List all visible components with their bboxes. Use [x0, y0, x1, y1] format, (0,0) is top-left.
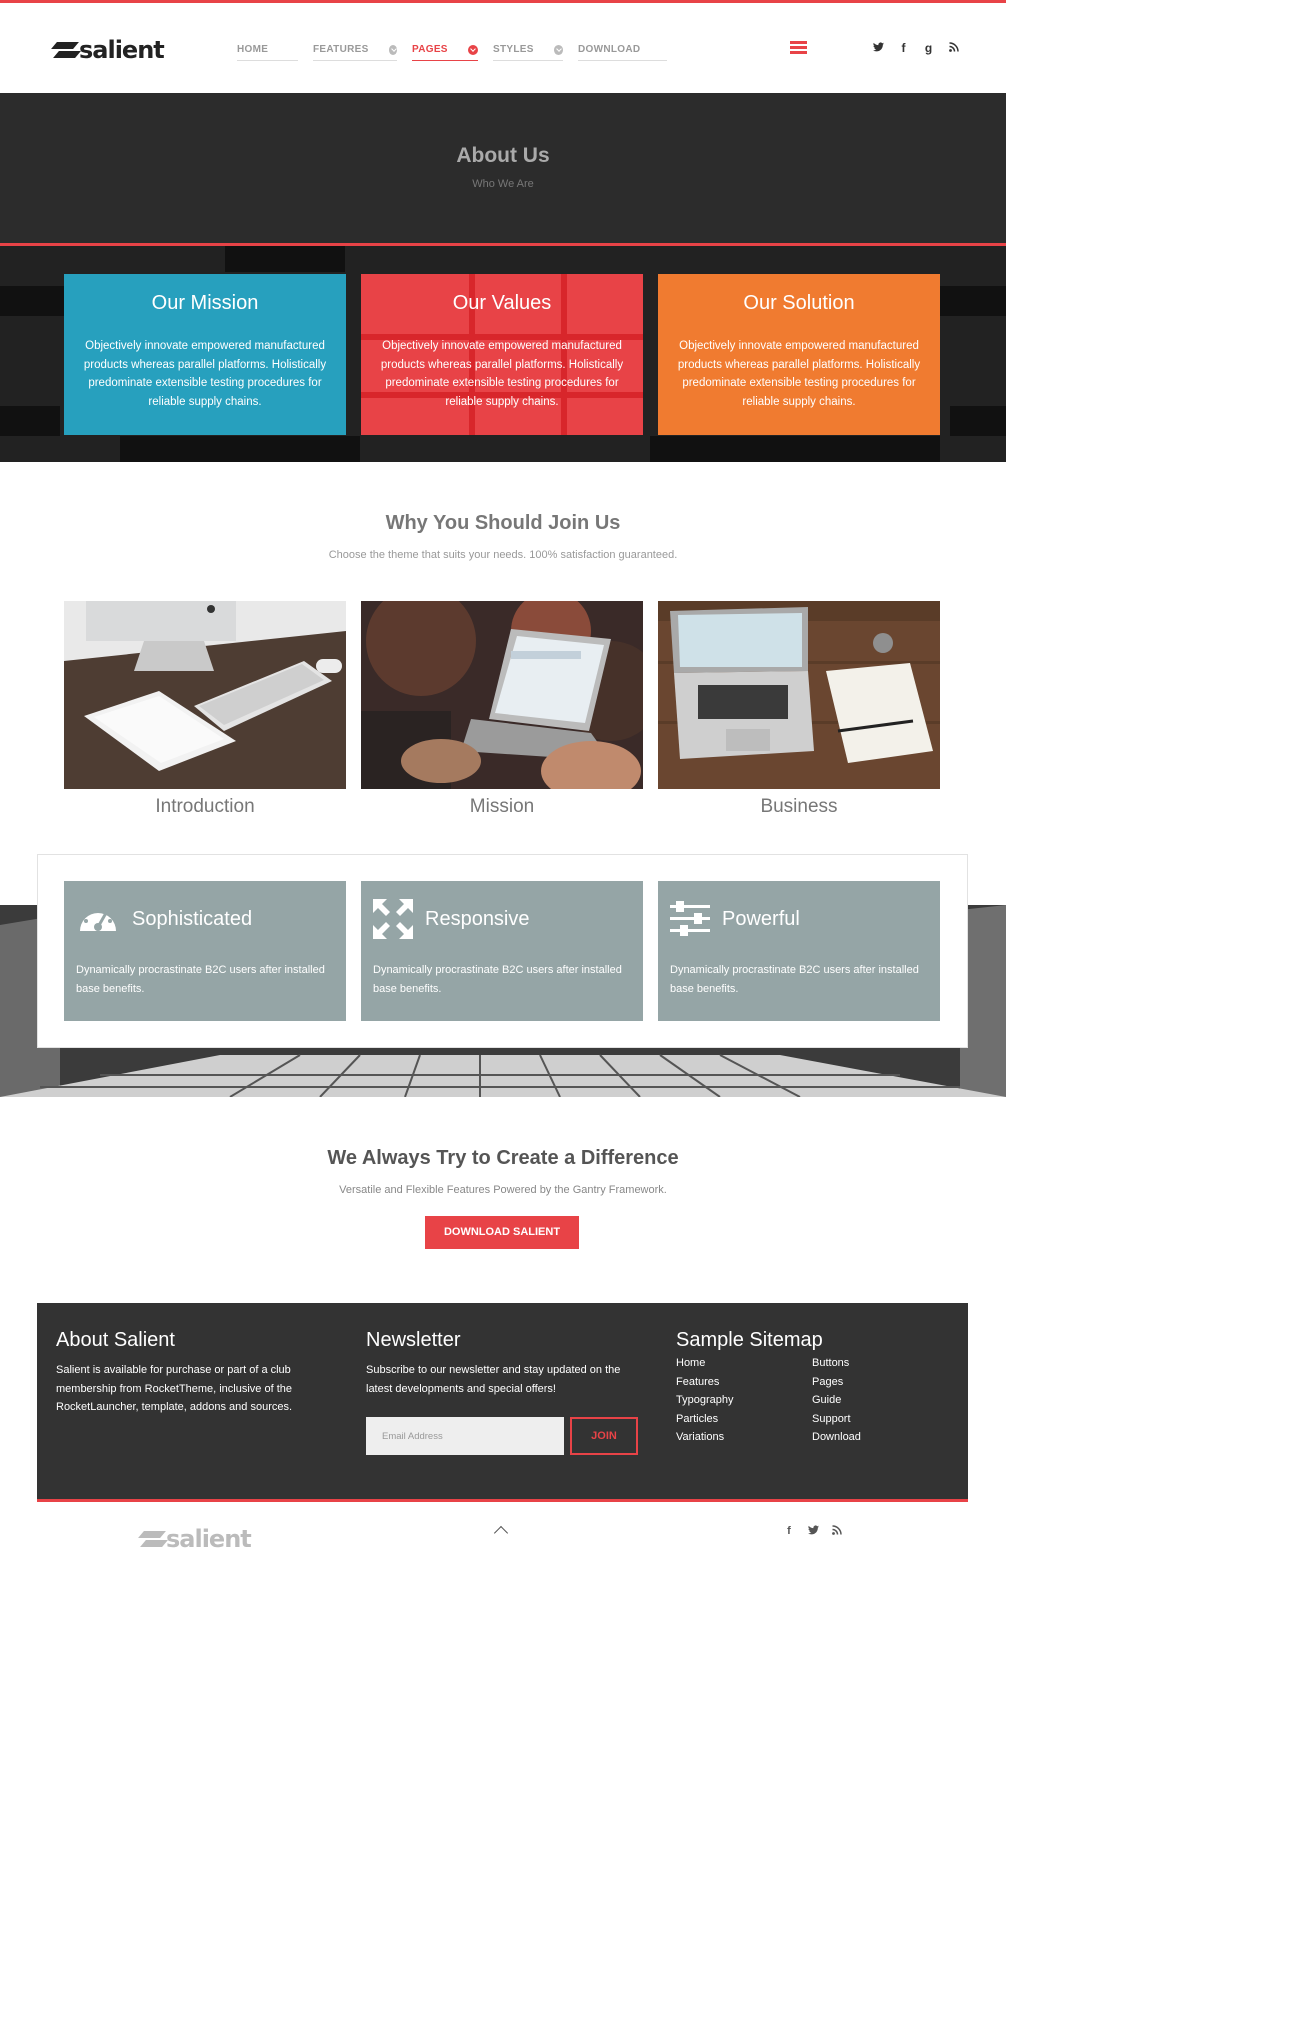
salient-logo-mark-icon — [50, 40, 81, 60]
rss-icon[interactable] — [825, 1525, 849, 1538]
nav-label: STYLES — [493, 44, 534, 55]
feature-title: Sophisticated — [132, 907, 253, 930]
footer-accent-line — [37, 1499, 968, 1502]
tile-text: Objectively innovate empowered manufactu… — [83, 340, 327, 408]
tile-text: Objectively innovate empowered manufactu… — [677, 340, 921, 408]
why-join-title: Why You Should Join Us — [385, 512, 621, 534]
photo-business[interactable] — [658, 601, 940, 789]
salient-logo-mark-icon — [137, 1529, 168, 1549]
footer-newsletter: Newsletter Subscribe to our newsletter a… — [366, 1329, 636, 1398]
sitemap-link[interactable]: Particles — [676, 1410, 733, 1429]
nav-label: DOWNLOAD — [578, 44, 641, 55]
rss-icon[interactable] — [941, 41, 966, 55]
feature-powerful: Powerful Dynamically procrastinate B2C u… — [658, 881, 940, 1021]
nav-label: FEATURES — [313, 44, 369, 55]
nav-item-styles[interactable]: STYLES — [493, 39, 563, 61]
offcanvas-menu-icon[interactable] — [790, 41, 807, 54]
logo-text: salient — [79, 36, 165, 64]
sitemap-link[interactable]: Typography — [676, 1391, 733, 1410]
download-salient-button[interactable]: DOWNLOAD SALIENT — [425, 1216, 579, 1249]
nav-item-features[interactable]: FEATURES — [313, 39, 397, 61]
feature-sophisticated: Sophisticated Dynamically procrastinate … — [64, 881, 346, 1021]
feature-responsive: Responsive Dynamically procrastinate B2C… — [361, 881, 643, 1021]
chevron-down-icon — [553, 44, 563, 55]
sitemap-link[interactable]: Download — [812, 1428, 861, 1447]
nav-label: PAGES — [412, 44, 448, 55]
sitemap-column-1: Home Features Typography Particles Varia… — [676, 1354, 733, 1447]
photo-introduction[interactable] — [64, 601, 346, 789]
footer-social-links: f — [777, 1525, 849, 1538]
footer-about-text: Salient is available for purchase or par… — [56, 1364, 293, 1413]
nav-item-home[interactable]: HOME — [237, 39, 298, 61]
feature-text: Dynamically procrastinate B2C users afte… — [76, 964, 325, 995]
photo-mission[interactable] — [361, 601, 643, 789]
google-plus-icon[interactable]: g — [916, 41, 941, 55]
footer-logo[interactable]: salient — [137, 1525, 252, 1553]
facebook-icon[interactable]: f — [777, 1525, 801, 1538]
expand-arrows-icon — [373, 899, 413, 939]
sitemap-link[interactable]: Pages — [812, 1373, 861, 1392]
feature-title: Responsive — [425, 907, 530, 930]
sitemap-link[interactable]: Home — [676, 1354, 733, 1373]
footer-about: About Salient Salient is available for p… — [56, 1329, 326, 1417]
sitemap-link[interactable]: Buttons — [812, 1354, 861, 1373]
page-hero: About Us Who We Are — [0, 93, 1006, 243]
site-header: salient HOME FEATURES PAGES STYLES DOWNL… — [0, 3, 1006, 93]
feature-title: Powerful — [722, 907, 800, 930]
nav-label: HOME — [237, 44, 269, 55]
dashboard-icon — [80, 907, 116, 931]
sitemap-link[interactable]: Variations — [676, 1428, 733, 1447]
tile-our-solution: Our Solution Objectively innovate empowe… — [658, 274, 940, 435]
tile-text: Objectively innovate empowered manufactu… — [380, 340, 624, 408]
site-logo[interactable]: salient — [50, 36, 165, 64]
why-join-subtitle: Choose the theme that suits your needs. … — [328, 549, 678, 561]
nav-item-pages[interactable]: PAGES — [412, 39, 478, 61]
chevron-down-icon — [467, 44, 478, 55]
back-to-top-icon[interactable] — [493, 1525, 509, 1541]
page-subtitle: Who We Are — [472, 178, 534, 190]
footer-about-title: About Salient — [56, 1329, 175, 1351]
footer-logo-text: salient — [166, 1525, 252, 1553]
tile-title: Our Mission — [151, 292, 259, 314]
card-caption: Business — [760, 796, 838, 817]
cta-title: We Always Try to Create a Difference — [327, 1147, 679, 1169]
newsletter-title: Newsletter — [366, 1329, 461, 1351]
email-field[interactable]: Email Address — [366, 1417, 564, 1455]
tile-title: Our Solution — [743, 292, 855, 314]
feature-text: Dynamically procrastinate B2C users afte… — [670, 964, 919, 995]
card-caption: Mission — [469, 796, 535, 817]
tile-title: Our Values — [452, 292, 552, 314]
header-social-links: f g — [866, 41, 966, 55]
nav-item-download[interactable]: DOWNLOAD — [578, 39, 667, 61]
twitter-icon[interactable] — [801, 1525, 825, 1538]
page-title: About Us — [456, 144, 550, 167]
sitemap-column-2: Buttons Pages Guide Support Download — [812, 1354, 861, 1447]
twitter-icon[interactable] — [866, 41, 891, 55]
tile-our-mission: Our Mission Objectively innovate empower… — [64, 274, 346, 435]
facebook-icon[interactable]: f — [891, 41, 916, 55]
footer-sitemap: Sample Sitemap — [676, 1329, 946, 1352]
sitemap-title: Sample Sitemap — [676, 1329, 823, 1351]
newsletter-text: Subscribe to our newsletter and stay upd… — [366, 1364, 621, 1395]
feature-text: Dynamically procrastinate B2C users afte… — [373, 964, 622, 995]
join-button[interactable]: JOIN — [570, 1417, 638, 1455]
sitemap-link[interactable]: Support — [812, 1410, 861, 1429]
sitemap-link[interactable]: Features — [676, 1373, 733, 1392]
chevron-down-icon — [388, 44, 397, 55]
sitemap-link[interactable]: Guide — [812, 1391, 861, 1410]
site-footer: About Salient Salient is available for p… — [37, 1303, 968, 1499]
card-caption: Introduction — [155, 796, 255, 817]
main-nav: HOME FEATURES PAGES STYLES DOWNLOAD — [237, 39, 682, 61]
sliders-icon — [670, 901, 710, 936]
cta-subtitle: Versatile and Flexible Features Powered … — [339, 1184, 667, 1196]
tile-our-values: Our Values Objectively innovate empowere… — [361, 274, 643, 435]
